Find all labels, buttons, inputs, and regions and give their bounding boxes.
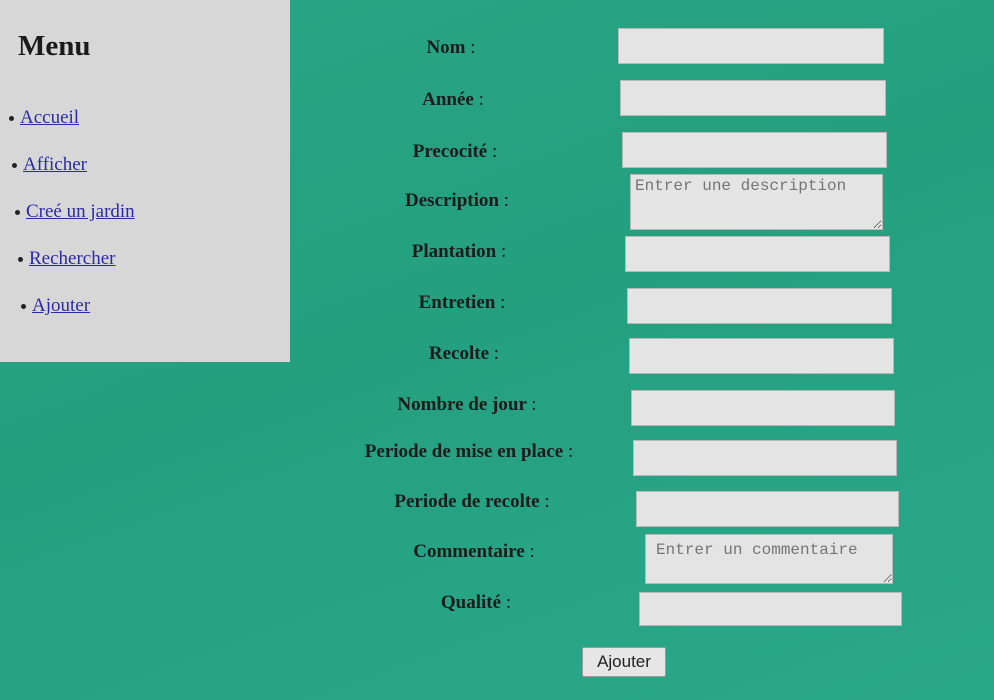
add-plant-form: Nom : Année : Precocité : Description : … <box>0 0 994 700</box>
label-annee: Année : <box>422 89 484 110</box>
input-periode-de-recolte[interactable] <box>636 491 899 527</box>
label-nombre-de-jour: Nombre de jour : <box>397 394 537 415</box>
ajouter-button[interactable]: Ajouter <box>582 647 666 677</box>
label-description: Description : <box>405 190 509 211</box>
input-annee[interactable] <box>620 80 886 116</box>
input-periode-mise-en-place[interactable] <box>633 440 897 476</box>
textarea-commentaire[interactable] <box>645 534 893 584</box>
input-nom[interactable] <box>618 28 884 64</box>
label-periode-de-recolte: Periode de recolte : <box>394 491 550 512</box>
textarea-description[interactable] <box>630 174 883 230</box>
label-commentaire: Commentaire : <box>413 541 535 562</box>
label-precocite: Precocité : <box>412 141 498 162</box>
input-plantation[interactable] <box>625 236 890 272</box>
label-entretien: Entretien : <box>418 292 506 313</box>
label-periode-mise-en-place: Periode de mise en place : <box>364 441 574 462</box>
input-entretien[interactable] <box>627 288 892 324</box>
input-qualite[interactable] <box>639 592 902 626</box>
input-recolte[interactable] <box>629 338 894 374</box>
label-qualite: Qualité : <box>440 592 512 613</box>
input-nombre-de-jour[interactable] <box>631 390 895 426</box>
label-recolte: Recolte : <box>428 343 500 364</box>
label-plantation: Plantation : <box>411 241 507 262</box>
label-nom: Nom : <box>426 37 476 58</box>
input-precocite[interactable] <box>622 132 887 168</box>
